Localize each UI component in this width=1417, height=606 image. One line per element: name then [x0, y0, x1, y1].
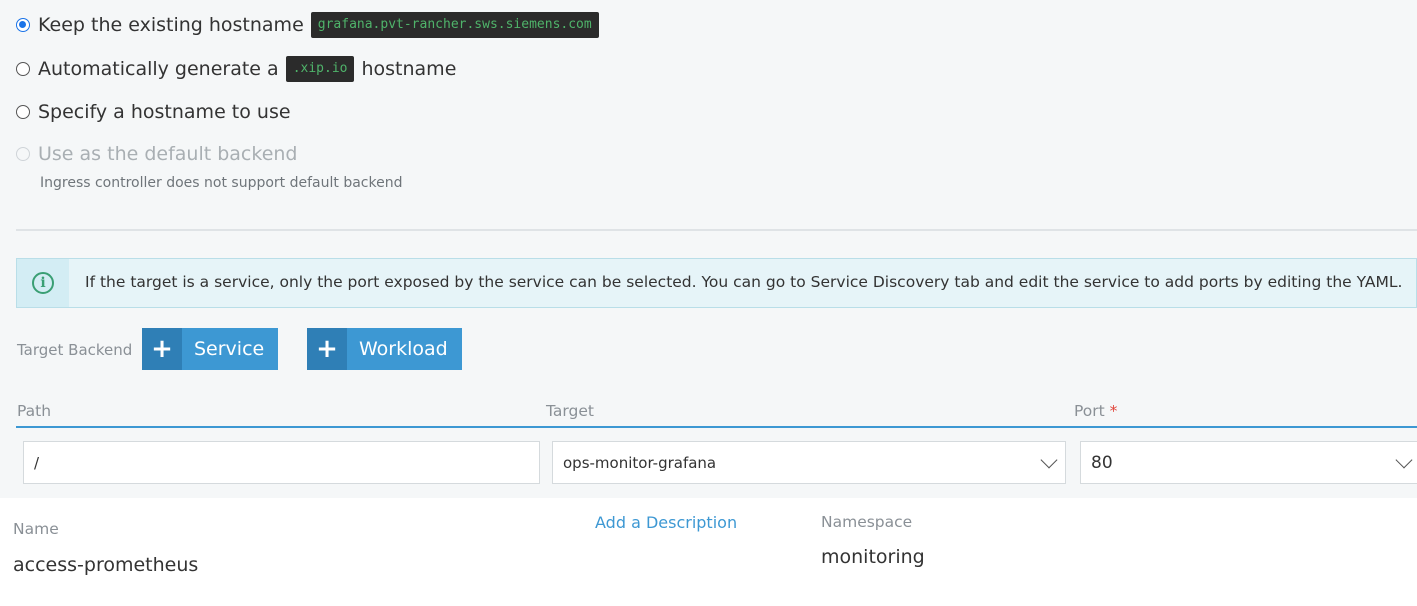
section-divider [16, 229, 1417, 231]
port-column-label: Port [1074, 402, 1105, 420]
ingress-edit-form: Keep the existing hostname grafana.pvt-r… [0, 0, 1417, 606]
path-input[interactable]: / [23, 441, 540, 484]
add-workload-label: Workload [359, 338, 448, 360]
column-header-underline [16, 426, 1417, 428]
name-label: Name [13, 520, 59, 538]
namespace-label: Namespace [821, 513, 913, 531]
radio-button[interactable] [16, 62, 30, 76]
radio-default-backend: Use as the default backend [16, 143, 298, 165]
chevron-down-icon [1395, 451, 1413, 469]
chevron-down-icon [1040, 451, 1058, 469]
info-icon-container: i [17, 259, 69, 307]
path-column-header: Path [17, 402, 52, 420]
target-select-value: ops-monitor-grafana [563, 453, 717, 472]
auto-generate-label-after: hostname [361, 58, 457, 80]
auto-generate-label-before: Automatically generate a [38, 58, 279, 80]
add-service-button[interactable]: + Service [142, 328, 279, 370]
port-select[interactable]: 80 [1080, 441, 1417, 484]
keep-hostname-label: Keep the existing hostname [38, 14, 304, 36]
add-workload-button[interactable]: + Workload [307, 328, 462, 370]
namespace-value: monitoring [821, 546, 925, 568]
port-select-value: 80 [1091, 452, 1113, 473]
radio-auto-generate-hostname[interactable]: Automatically generate a .xip.io hostnam… [16, 56, 456, 82]
add-service-label: Service [194, 338, 265, 360]
info-banner: i If the target is a service, only the p… [16, 258, 1417, 308]
default-backend-label: Use as the default backend [38, 143, 298, 165]
add-description-link[interactable]: Add a Description [595, 513, 737, 532]
radio-specify-hostname[interactable]: Specify a hostname to use [16, 101, 291, 123]
plus-icon: + [307, 328, 347, 370]
plus-icon: + [142, 328, 182, 370]
radio-button-disabled [16, 147, 30, 161]
radio-button[interactable] [16, 105, 30, 119]
target-column-header: Target [546, 402, 594, 420]
radio-button-checked[interactable] [16, 18, 30, 32]
radio-keep-existing-hostname[interactable]: Keep the existing hostname grafana.pvt-r… [16, 12, 606, 38]
required-asterisk: * [1109, 402, 1118, 420]
port-column-header: Port * [1074, 402, 1117, 420]
info-circle-icon: i [32, 272, 54, 294]
existing-hostname-code: grafana.pvt-rancher.sws.siemens.com [310, 12, 599, 38]
name-value: access-prometheus [13, 554, 199, 576]
specify-hostname-label: Specify a hostname to use [38, 101, 291, 123]
info-banner-text: If the target is a service, only the por… [85, 273, 1403, 291]
default-backend-hint: Ingress controller does not support defa… [40, 175, 403, 191]
target-select[interactable]: ops-monitor-grafana [552, 441, 1066, 484]
rules-panel: Keep the existing hostname grafana.pvt-r… [0, 0, 1417, 498]
target-backend-label: Target Backend [17, 341, 133, 359]
xip-io-code: .xip.io [285, 56, 355, 82]
